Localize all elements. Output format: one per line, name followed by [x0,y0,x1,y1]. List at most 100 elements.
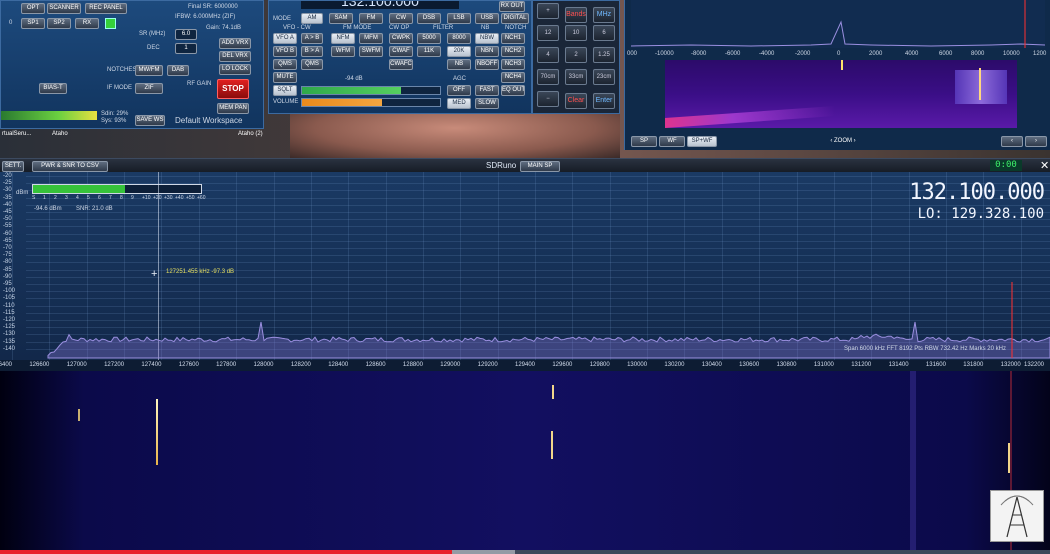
am-button[interactable]: AM [301,13,323,24]
stop-button[interactable]: STOP [217,79,249,99]
rec-panel-button[interactable]: REC PANEL [85,3,127,14]
keypad-plus-key[interactable]: + [537,3,559,19]
key-12[interactable]: 12 [537,25,559,41]
nch4-button[interactable]: NCH4 [501,72,525,83]
dec-field[interactable]: 1 [175,43,197,54]
agc-slow-button[interactable]: SLOW [475,98,499,109]
main-sp-tab[interactable]: MAIN SP [520,161,560,172]
qms-button[interactable]: QMS [273,59,297,70]
aux-waterfall[interactable] [665,60,1017,128]
bands-key[interactable]: Bands [565,7,587,23]
vfo-b-button[interactable]: VFO B [273,46,297,57]
rx-out-button[interactable]: RX OUT [499,1,525,12]
cwaf-button[interactable]: CWAF [389,46,413,57]
sdin-load: Sdin: 29% [101,111,129,117]
nbn-button[interactable]: NBN [475,46,499,57]
agc-fast-button[interactable]: FAST [475,85,499,96]
volume-slider[interactable] [301,98,441,107]
mute-button[interactable]: MUTE [273,72,297,83]
key-1-25[interactable]: 1.25 [593,47,615,63]
lo-lock-button[interactable]: LO LOCK [219,64,251,75]
clear-key[interactable]: Clear [565,93,587,109]
wfm-button[interactable]: WFM [331,46,355,57]
aux-spwf-button[interactable]: SP+WF [687,136,717,147]
volume-fill [302,99,383,106]
aux-tick: 10000 [1003,51,1020,57]
rf-gain-bar[interactable] [1,111,97,120]
channel-logo [990,490,1044,542]
usb-button[interactable]: USB [475,13,499,24]
if-mode-select[interactable]: ZIF [135,83,163,94]
agc-off-button[interactable]: OFF [447,85,471,96]
vfo-a-button[interactable]: VFO A [273,33,297,44]
waterfall-trace-2 [552,385,554,399]
cwpk-button[interactable]: CWPK [389,33,413,44]
agc-med-button[interactable]: MED [447,98,471,109]
sr-field[interactable]: 6.0 [175,29,197,40]
lsb-button[interactable]: LSB [447,13,471,24]
swfm-button[interactable]: SWFM [359,46,383,57]
fm-button[interactable]: FM [359,13,383,24]
save-ws-button[interactable]: SAVE WS [135,115,165,126]
main-spectrum-plot[interactable]: -20 -25 -30 -35 -40 -45 -50 -55 -60 -65 -70 -75 -80-… [0,172,1050,360]
enter-key[interactable]: Enter [593,93,615,109]
x-tick-label: 130800 [776,362,797,368]
filter-5000-button[interactable]: 5000 [417,33,441,44]
aux-scroll-left[interactable]: ‹ [1001,136,1023,147]
aux-waterfall-sweep [665,106,835,128]
squelch-button[interactable]: SQLT [273,85,297,96]
cw-button[interactable]: CW [389,13,413,24]
a-to-b-button[interactable]: A > B [301,33,323,44]
key-4[interactable]: 4 [537,47,559,63]
rx-button[interactable]: RX [75,18,99,29]
eq-out-button[interactable]: EQ OUT [501,85,525,96]
bias-t-button[interactable]: BIAS-T [39,83,67,94]
key-2[interactable]: 2 [565,47,587,63]
sp2-button[interactable]: SP2 [47,18,71,29]
filter-20k-button[interactable]: 20K [447,46,471,57]
b-to-a-button[interactable]: B > A [301,46,323,57]
sam-button[interactable]: SAM [329,13,353,24]
nch1-button[interactable]: NCH1 [501,33,525,44]
keypad-minus-key[interactable]: − [537,91,559,107]
mem-pan-button[interactable]: MEM PAN [217,103,249,114]
opt-button[interactable]: OPT [21,3,45,14]
aux-spectrum-plot[interactable] [630,0,1046,48]
video-progress-track[interactable] [0,550,1050,554]
sp1-button[interactable]: SP1 [21,18,45,29]
nfm-button[interactable]: NFM [331,33,355,44]
x-tick-label: 129400 [515,362,536,368]
aux-scroll-right[interactable]: › [1025,136,1047,147]
main-waterfall[interactable] [0,371,1050,550]
sett-button[interactable]: SETT. [2,161,24,172]
squelch-slider[interactable] [301,86,441,95]
aux-sp-button[interactable]: SP [631,136,657,147]
key-23cm[interactable]: 23cm [593,69,615,85]
filter-11k-button[interactable]: 11K [417,46,441,57]
cwafc-button[interactable]: CWAFC [389,59,413,70]
close-icon[interactable]: ✕ [1040,159,1049,172]
key-70cm[interactable]: 70cm [537,69,559,85]
qms-2-button[interactable]: QMS [301,59,323,70]
nboff-button[interactable]: NBOFF [475,59,499,70]
dab-notch-button[interactable]: DAB [167,65,189,76]
digital-button[interactable]: DIGITAL [501,13,529,24]
nbw-button[interactable]: NBW [475,33,499,44]
mwfm-notch-button[interactable]: MW/FM [135,65,163,76]
add-vrx-button[interactable]: ADD VRX [219,38,251,49]
aux-wf-button[interactable]: WF [659,136,685,147]
mhz-key[interactable]: MHz [593,7,615,23]
key-10[interactable]: 10 [565,25,587,41]
filter-8000-button[interactable]: 8000 [447,33,471,44]
nch2-button[interactable]: NCH2 [501,46,525,57]
nb-button[interactable]: NB [447,59,471,70]
aux-zoom-control[interactable]: ‹ ZOOM › [819,136,867,146]
key-6[interactable]: 6 [593,25,615,41]
pwr-snr-csv-button[interactable]: PWR & SNR TO CSV [32,161,108,172]
del-vrx-button[interactable]: DEL VRX [219,51,251,62]
nch3-button[interactable]: NCH3 [501,59,525,70]
dsb-button[interactable]: DSB [417,13,441,24]
scanner-button[interactable]: SCANNER [47,3,81,14]
mfm-button[interactable]: MFM [359,33,383,44]
key-33cm[interactable]: 33cm [565,69,587,85]
